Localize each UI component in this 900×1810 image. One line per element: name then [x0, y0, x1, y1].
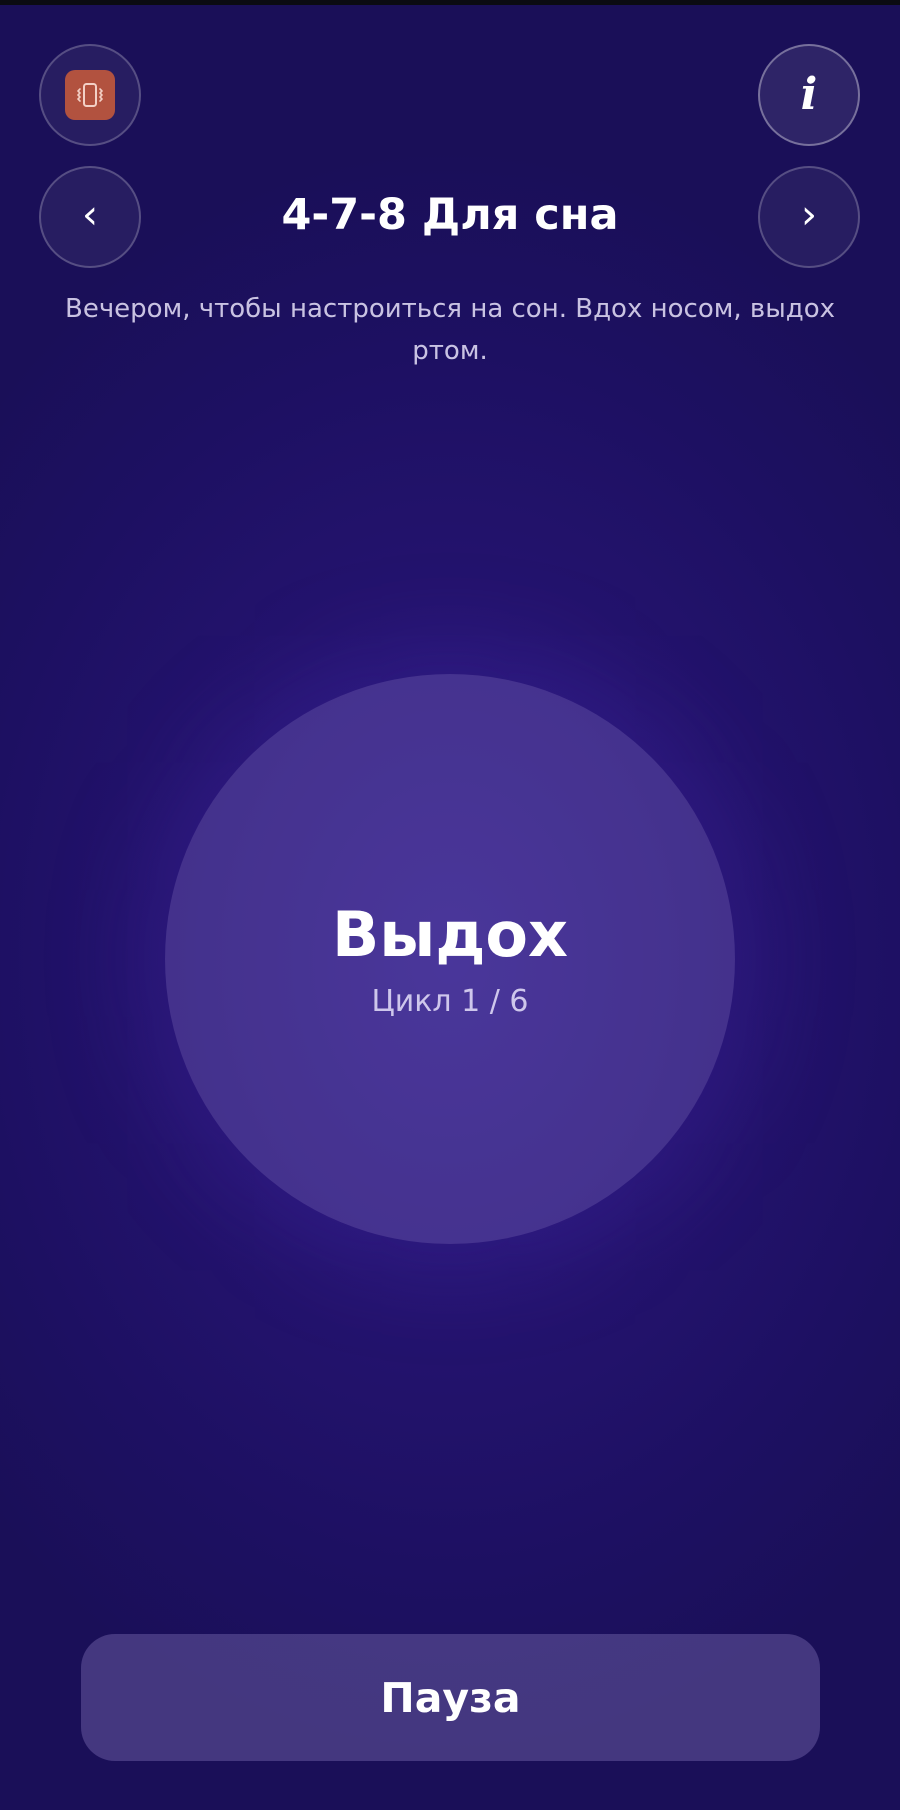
- breath-phase-label: Выдох: [332, 898, 568, 971]
- cycle-counter: Цикл 1 / 6: [371, 984, 529, 1019]
- previous-exercise-button[interactable]: ‹: [39, 166, 141, 268]
- exercise-description: Вечером, чтобы настроиться на сон. Вдох …: [64, 294, 835, 366]
- info-button[interactable]: i: [758, 44, 860, 146]
- info-icon: i: [800, 69, 818, 120]
- vibrate-icon: [65, 70, 115, 120]
- pause-button[interactable]: Пауза: [81, 1634, 820, 1761]
- next-exercise-button[interactable]: ›: [758, 166, 860, 268]
- vibration-toggle-button[interactable]: [39, 44, 141, 146]
- exercise-title: 4-7-8 Для сна: [281, 190, 619, 240]
- status-bar: [0, 0, 900, 5]
- chevron-right-icon: ›: [801, 192, 817, 238]
- chevron-left-icon: ‹: [82, 192, 98, 238]
